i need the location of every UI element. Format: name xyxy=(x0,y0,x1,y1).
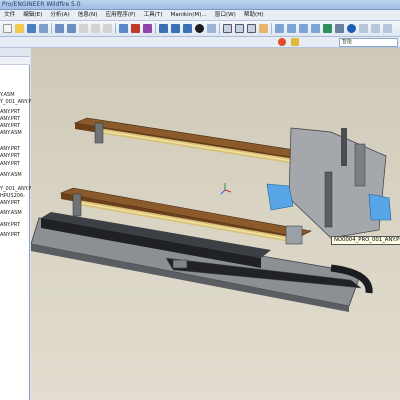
refit-icon[interactable] xyxy=(159,24,168,33)
tree-item[interactable]: ANY.PRT xyxy=(0,232,20,238)
toolbar-separator xyxy=(115,23,116,34)
new-icon[interactable] xyxy=(3,24,12,33)
redo-icon[interactable] xyxy=(67,24,76,33)
datum-points-icon[interactable] xyxy=(299,24,308,33)
tree-item[interactable]: ANY.PRT xyxy=(0,222,20,228)
component-tooltip: NO0004_PRO_001_ANY.PRT xyxy=(331,236,400,245)
tree-item[interactable]: ANY.PRT xyxy=(0,146,20,152)
window-title: Pro/ENGINEER Wildfire 5.0 xyxy=(2,1,81,8)
wireframe-icon[interactable] xyxy=(223,24,232,33)
smart-filter-value: 智能 xyxy=(342,39,353,45)
coordinate-systems-icon[interactable] xyxy=(311,24,320,33)
menu-applications[interactable]: 应用程序(P) xyxy=(101,10,139,21)
menu-tools[interactable]: 工具(T) xyxy=(140,10,167,21)
title-bar: Pro/ENGINEER Wildfire 5.0 xyxy=(0,0,400,10)
model-3d-view xyxy=(31,117,392,312)
tree-item[interactable]: ANY.ASM xyxy=(0,130,22,136)
select-icon[interactable] xyxy=(143,24,152,33)
zoom-out-icon[interactable] xyxy=(183,24,192,33)
menu-info[interactable]: 信息(N) xyxy=(74,10,102,21)
cut-icon[interactable] xyxy=(79,24,88,33)
shaded-icon[interactable] xyxy=(259,24,268,33)
toolbar-separator xyxy=(155,23,156,34)
filter-icon[interactable] xyxy=(291,38,299,46)
smart-filter-select[interactable]: 智能 xyxy=(339,38,398,47)
tree-item[interactable]: ANY.PRT xyxy=(0,116,20,122)
tree-item[interactable]: ANY.ASM xyxy=(0,210,22,216)
main-toolbar xyxy=(0,21,400,37)
save-icon[interactable] xyxy=(27,24,36,33)
print-icon[interactable] xyxy=(39,24,48,33)
copy-icon[interactable] xyxy=(91,24,100,33)
menu-manikin[interactable]: Manikin(M)... xyxy=(167,10,211,21)
no-hidden-icon[interactable] xyxy=(247,24,256,33)
saved-views-icon[interactable] xyxy=(371,24,380,33)
tree-item[interactable]: Y.ASM xyxy=(0,92,15,98)
app-window: Pro/ENGINEER Wildfire 5.0 文件 编辑(E) 分析(A)… xyxy=(0,0,400,400)
tree-item[interactable]: ANY.PRT xyxy=(0,200,20,206)
menu-edit[interactable]: 编辑(E) xyxy=(19,10,46,21)
model-tree-subheader xyxy=(0,57,30,65)
undo-icon[interactable] xyxy=(55,24,64,33)
globe-icon[interactable] xyxy=(347,24,356,33)
model-tree-header xyxy=(0,48,30,57)
shading-icon[interactable] xyxy=(195,24,204,33)
datum-planes-icon[interactable] xyxy=(275,24,284,33)
menu-bar: 文件 编辑(E) 分析(A) 信息(N) 应用程序(P) 工具(T) Manik… xyxy=(0,10,400,21)
annotation-icon[interactable] xyxy=(323,24,332,33)
tree-item[interactable]: ANY.PRT xyxy=(0,161,20,167)
open-icon[interactable] xyxy=(15,24,24,33)
menu-help[interactable]: 帮助(H) xyxy=(240,10,268,21)
layers-icon[interactable] xyxy=(383,24,392,33)
menu-file[interactable]: 文件 xyxy=(0,10,19,21)
find-icon[interactable] xyxy=(131,24,140,33)
tree-item[interactable]: HPUS206- xyxy=(0,193,25,199)
tree-item[interactable]: ANY.PRT xyxy=(0,109,20,115)
zoom-in-icon[interactable] xyxy=(171,24,180,33)
toolbar-separator xyxy=(51,23,52,34)
regenerate-icon[interactable] xyxy=(119,24,128,33)
view-manager-icon[interactable] xyxy=(207,24,216,33)
tree-item[interactable]: ANY.PRT xyxy=(0,123,20,129)
orient-icon[interactable] xyxy=(359,24,368,33)
toolbar-separator xyxy=(271,23,272,34)
datum-axes-icon[interactable] xyxy=(287,24,296,33)
spin-center-icon[interactable] xyxy=(335,24,344,33)
tree-item[interactable]: ANY.PRT xyxy=(0,153,20,159)
graphics-viewport[interactable]: NO0004_PRO_001_ANY.PRT xyxy=(31,48,400,400)
model-tree: Y.ASM Y_001_ANY.PRT ANY.PRT ANY.PRT ANY.… xyxy=(0,48,38,400)
menu-analysis[interactable]: 分析(A) xyxy=(46,10,73,21)
hidden-line-icon[interactable] xyxy=(235,24,244,33)
tree-item[interactable]: ANY.ASM xyxy=(0,172,22,178)
menu-window[interactable]: 窗口(W) xyxy=(211,10,240,21)
stop-icon[interactable] xyxy=(278,38,286,46)
paste-icon[interactable] xyxy=(103,24,112,33)
toolbar-separator xyxy=(219,23,220,34)
